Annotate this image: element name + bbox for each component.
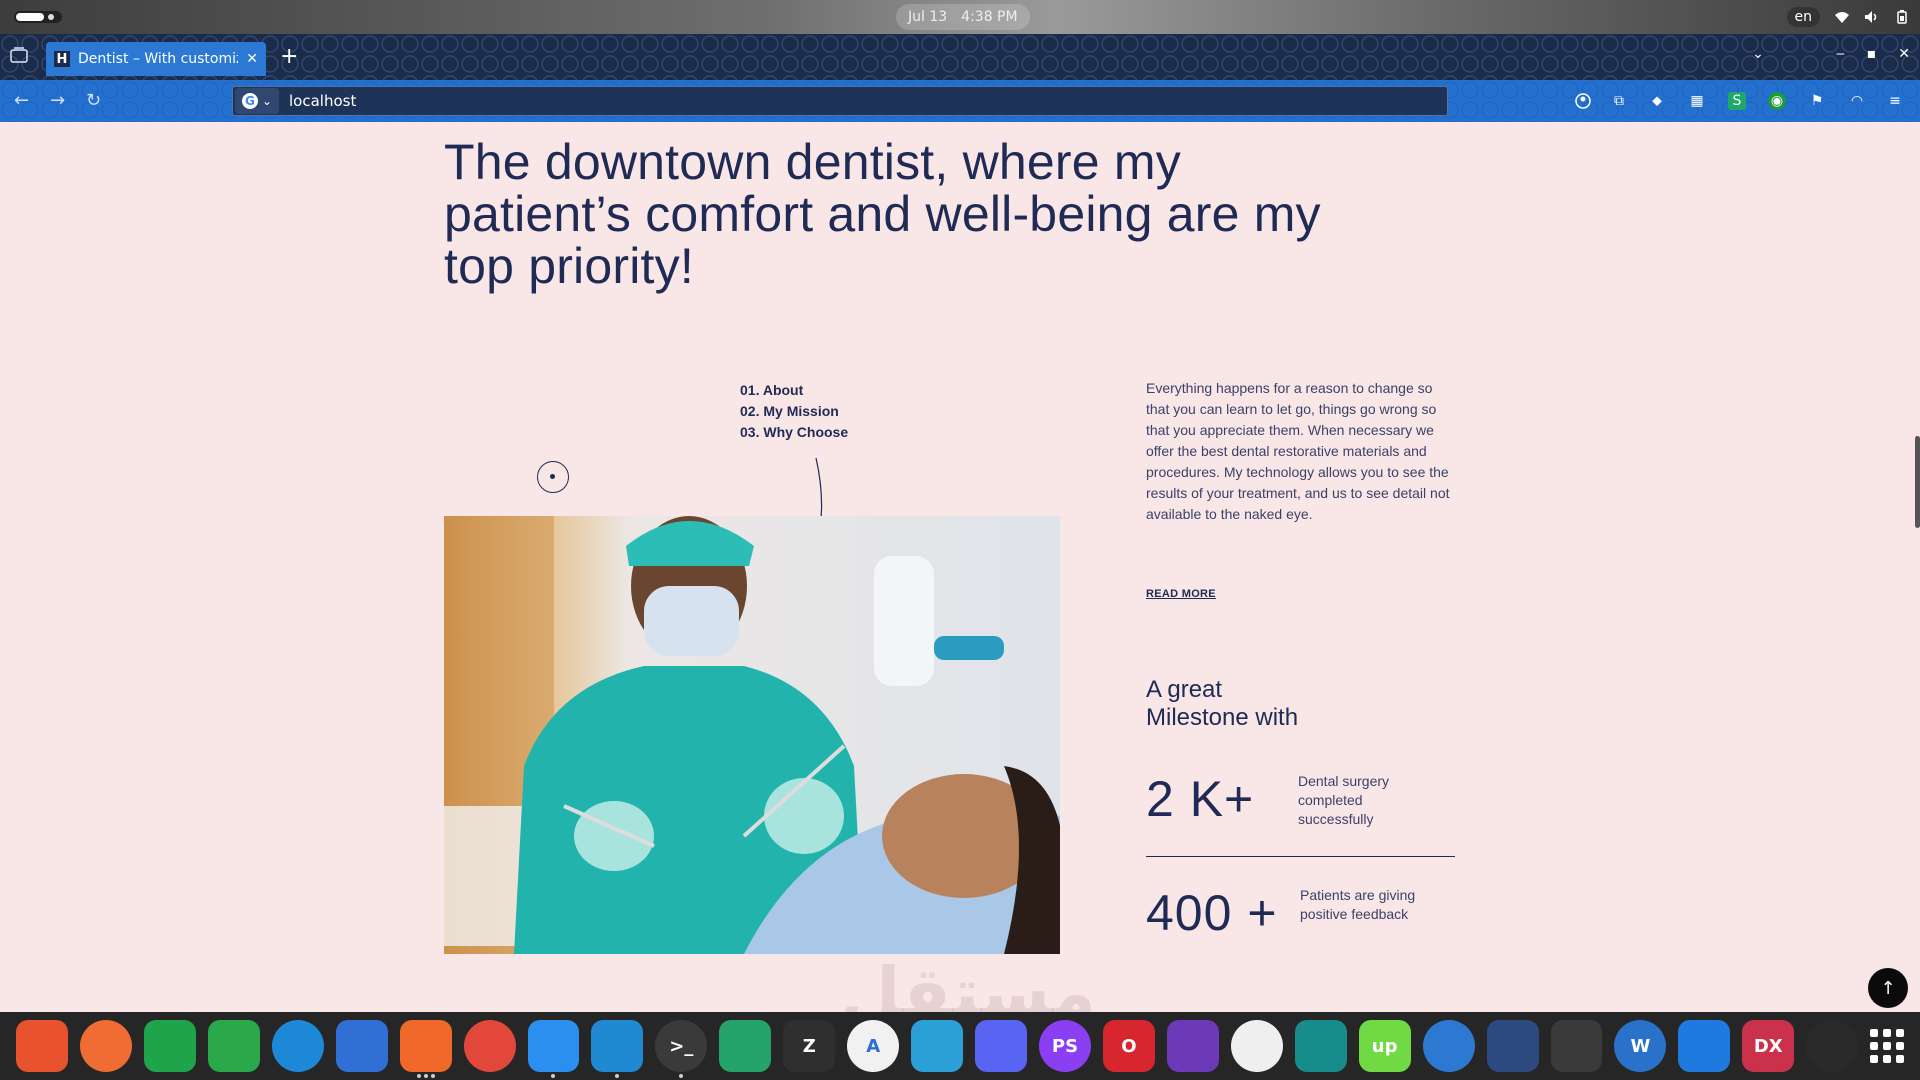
stat-number-surgeries: 2 K+ <box>1146 771 1255 827</box>
s-extension-icon[interactable]: S <box>1728 92 1746 110</box>
milestone-heading-line-1: A great <box>1146 676 1223 703</box>
tor-icon[interactable] <box>1166 1020 1219 1072</box>
flag-extension-icon[interactable]: ⚑ <box>1808 92 1826 110</box>
workspace-indicator <box>48 14 54 20</box>
browser-tab-strip: H Dentist – With customizat ✕ + ⌄ ‒ ▪ ✕ <box>0 34 1920 80</box>
maximize-button[interactable]: ▪ <box>1867 46 1877 62</box>
inkscape-icon[interactable] <box>1230 1020 1283 1072</box>
subnav-item-about[interactable]: 01. About <box>740 380 848 401</box>
thunderbird-icon[interactable] <box>1422 1020 1475 1072</box>
subnav-item-my-mission[interactable]: 02. My Mission <box>740 401 848 422</box>
forward-arrow-icon[interactable]: → <box>50 90 65 111</box>
clock-date: Jul 13 <box>908 9 948 25</box>
teamviewer-icon[interactable] <box>1678 1020 1731 1072</box>
watermark: مستقل <box>840 952 1097 1012</box>
reload-icon[interactable]: ↻ <box>86 90 101 111</box>
close-window-button[interactable]: ✕ <box>1898 46 1910 62</box>
green-extension-icon[interactable]: ◉ <box>1768 92 1786 110</box>
firefox-icon[interactable] <box>399 1020 452 1078</box>
stats-divider <box>1146 856 1455 857</box>
new-tab-button[interactable]: + <box>280 46 298 68</box>
web-page-content: The downtown dentist, where my patient’s… <box>0 122 1920 1012</box>
mongodb-compass-icon[interactable] <box>143 1020 196 1072</box>
chrome-icon[interactable] <box>463 1020 516 1072</box>
application-dock: >_ Z A PS Oup W DX <box>0 1012 1920 1080</box>
battery-icon <box>1894 10 1910 24</box>
subnav-item-why-choose[interactable]: 03. Why Choose <box>740 422 848 443</box>
milestone-heading-line-2: Milestone with <box>1146 704 1299 731</box>
grid-extension-icon[interactable]: ▦ <box>1688 92 1706 110</box>
window-controls: ⌄ ‒ ▪ ✕ <box>1752 46 1910 62</box>
system-tray[interactable]: en <box>1786 4 1911 30</box>
activities-button[interactable] <box>14 11 62 23</box>
stat-number-patients: 400 + <box>1146 885 1278 941</box>
gitkraken-icon[interactable] <box>1294 1020 1347 1072</box>
stat-description-patients: Patients are giving positive feedback <box>1300 887 1416 922</box>
decorative-circle-dot <box>537 461 569 493</box>
slides-icon[interactable] <box>1486 1020 1539 1072</box>
postman-icon[interactable] <box>79 1020 132 1072</box>
system-monitor-icon[interactable] <box>719 1020 772 1072</box>
minimize-button[interactable]: ‒ <box>1836 46 1845 62</box>
wifi-icon <box>1834 10 1850 24</box>
workspace-indicator-active <box>16 13 44 21</box>
writer-icon[interactable]: W <box>1614 1020 1667 1072</box>
files-icon[interactable] <box>527 1020 580 1078</box>
about-paragraph: Everything happens for a reason to chang… <box>1146 380 1450 522</box>
edge-dev-icon[interactable] <box>207 1020 260 1072</box>
dentist-with-patient-photo <box>444 516 1060 954</box>
upwork-icon[interactable]: up <box>1358 1020 1411 1072</box>
volume-icon <box>1864 10 1880 24</box>
read-more-link[interactable]: READ MORE <box>1146 588 1216 600</box>
system-top-bar: Jul 13 4:38 PM en <box>0 0 1920 34</box>
close-tab-icon[interactable]: ✕ <box>246 51 258 67</box>
tab-list-chevron-icon[interactable]: ⌄ <box>1752 46 1764 62</box>
brave-icon[interactable] <box>16 1020 68 1072</box>
browser-tab-active[interactable]: H Dentist – With customizat ✕ <box>46 42 266 76</box>
page-headline: The downtown dentist, where my patient’s… <box>444 134 1321 294</box>
chevron-down-icon: ⌄ <box>261 94 273 108</box>
section-subnav: 01. About 02. My Mission 03. Why Choose <box>740 380 848 443</box>
tab-title: Dentist – With customizat <box>78 51 238 67</box>
back-to-top-button[interactable]: ↑ <box>1868 968 1908 1008</box>
figma-icon[interactable] <box>1806 1020 1859 1072</box>
show-apps-grid-icon[interactable] <box>1870 1029 1905 1063</box>
telegram-icon[interactable] <box>911 1020 964 1072</box>
obs-icon[interactable] <box>1550 1020 1603 1072</box>
extensions-puzzle-icon[interactable]: ⧉ <box>1610 92 1628 110</box>
menu-hamburger-icon[interactable]: ≡ <box>1886 92 1904 110</box>
phpstorm-icon[interactable]: PS <box>1039 1020 1091 1072</box>
address-bar[interactable]: G ⌄ localhost <box>232 86 1448 116</box>
text-editor-icon[interactable]: Z <box>783 1020 836 1072</box>
clock-time: 4:38 PM <box>961 9 1018 25</box>
google-icon: G <box>241 93 258 109</box>
account-icon[interactable] <box>1574 92 1592 110</box>
jadx-icon[interactable]: DX <box>1742 1020 1795 1072</box>
sync-extension-icon[interactable]: ◠ <box>1848 92 1866 110</box>
milestone-heading: A great Milestone with <box>1146 676 1298 732</box>
browser-navigation-bar: ← → ↻ G ⌄ localhost ⧉ ⬥ ▦ S ◉ ⚑ ◠ ≡ <box>0 80 1920 122</box>
site-favicon: H <box>54 51 70 67</box>
firefox-dev-icon[interactable] <box>335 1020 388 1072</box>
address-url[interactable]: localhost <box>289 92 356 110</box>
opera-icon[interactable]: O <box>1102 1020 1155 1072</box>
page-scrollbar-thumb[interactable] <box>1915 436 1920 528</box>
discord-icon[interactable] <box>975 1020 1027 1072</box>
stat-description-surgeries: Dental surgery completed successfully <box>1298 773 1390 827</box>
appstore-icon[interactable]: A <box>847 1020 900 1072</box>
back-arrow-icon[interactable]: ← <box>14 90 29 111</box>
vscode-icon[interactable] <box>591 1020 644 1078</box>
terminal-icon[interactable]: >_ <box>655 1020 708 1078</box>
clock[interactable]: Jul 13 4:38 PM <box>896 4 1030 30</box>
keyboard-language[interactable]: en <box>1786 7 1820 27</box>
map-pin-extension-icon[interactable]: ⬥ <box>1648 92 1666 110</box>
search-engine-selector[interactable]: G ⌄ <box>235 88 279 114</box>
tab-overview-icon[interactable] <box>10 47 30 65</box>
edge-icon[interactable] <box>271 1020 324 1072</box>
arrow-up-icon: ↑ <box>1880 977 1896 999</box>
